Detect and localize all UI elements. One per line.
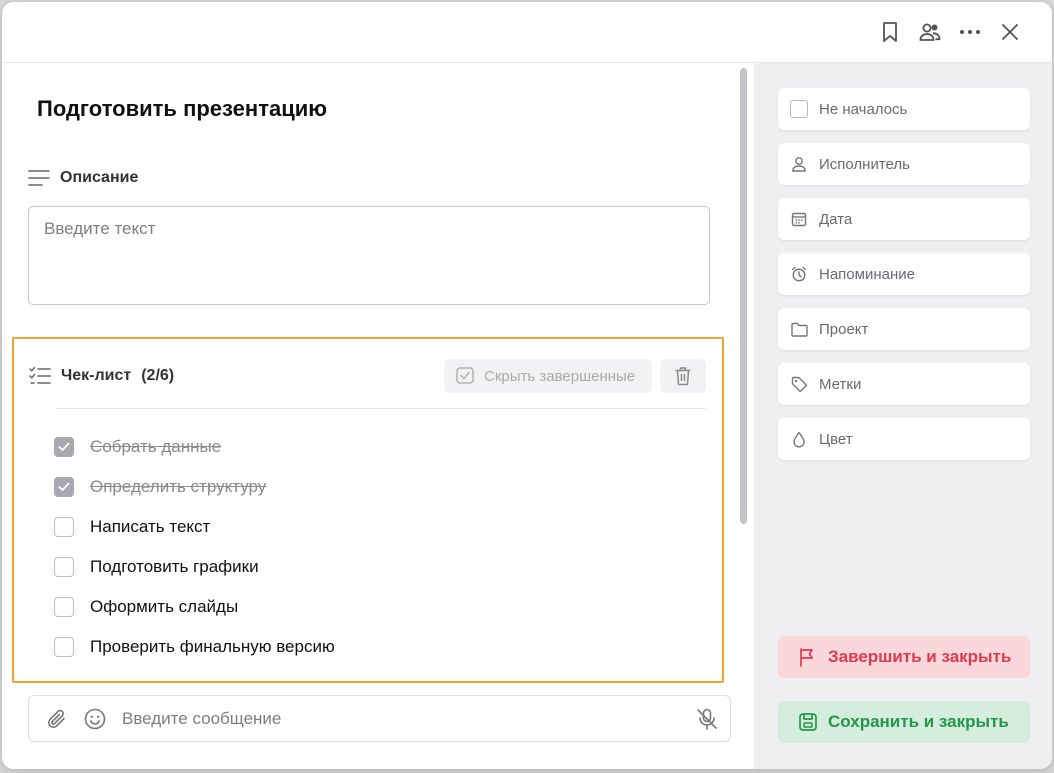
status-checkbox-icon [790,100,808,118]
window-toolbar [2,2,1052,63]
tags-property[interactable]: Метки [778,363,1030,405]
user-icon [792,157,806,172]
assignee-property[interactable]: Исполнитель [778,143,1030,185]
checklist-item-checkbox[interactable] [54,437,74,457]
checklist-item: Проверить финальную версию [54,627,694,667]
delete-checklist-button[interactable] [660,359,706,393]
checklist-label: Чек-лист [61,367,132,384]
smiley-icon [84,708,106,730]
checklist-item-checkbox[interactable] [54,517,74,537]
finish-and-close-label: Завершить и закрыть [828,647,1012,666]
checklist-item: Подготовить графики [54,547,694,587]
microphone-off-icon [697,708,717,730]
description-label: Описание [60,169,139,186]
bookmark-icon [883,22,897,42]
checklist-item-text[interactable]: Проверить финальную версию [90,637,335,657]
emoji-button[interactable] [83,707,107,731]
checklist-item: Написать текст [54,507,694,547]
date-property[interactable]: Дата [778,198,1030,240]
task-properties-panel: Не началось Исполнитель Дата Напоминание [754,63,1052,769]
assignee-label: Исполнитель [819,155,910,173]
task-window: Подготовить презентацию Описание Введите… [2,2,1052,769]
description-input[interactable]: Введите текст [28,206,710,305]
save-and-close-label: Сохранить и закрыть [828,712,1009,731]
checklist-item-text[interactable]: Оформить слайды [90,597,238,617]
checklist-item-text[interactable]: Написать текст [90,517,210,537]
message-composer[interactable]: Введите сообщение [28,695,731,742]
project-label: Проект [819,320,869,338]
status-label: Не началось [819,100,908,118]
flag-icon [800,648,813,667]
color-property[interactable]: Цвет [778,418,1030,460]
checklist-item: Определить структуру [54,467,694,507]
checkmark-icon [58,482,70,491]
bookmark-button[interactable] [876,18,904,46]
members-button[interactable] [916,18,944,46]
folder-icon [790,322,808,337]
paperclip-icon [47,709,65,729]
checklist-item-text[interactable]: Определить структуру [90,477,266,497]
hide-completed-button[interactable]: Скрыть завершенные [444,359,652,393]
message-placeholder: Введите сообщение [122,709,282,728]
hide-completed-icon [456,367,474,384]
alarm-clock-icon [791,266,807,282]
checklist-item: Оформить слайды [54,587,694,627]
checklist-item-checkbox[interactable] [54,597,74,617]
checklist-header: Чек-лист (2/6) [29,359,174,393]
trash-icon [675,367,691,386]
more-icon [960,30,980,34]
checklist-item-text[interactable]: Подготовить графики [90,557,259,577]
project-property[interactable]: Проект [778,308,1030,350]
description-header: Описание [28,166,138,190]
close-icon [1002,24,1018,40]
users-icon [919,23,941,41]
finish-and-close-button[interactable]: Завершить и закрыть [778,636,1030,678]
checklist-item-checkbox[interactable] [54,477,74,497]
checklist-divider [56,408,706,409]
checkmark-icon [58,442,70,451]
task-main-panel: Подготовить презентацию Описание Введите… [2,63,754,769]
checklist-item-text[interactable]: Собрать данные [90,437,221,457]
checklist-item: Собрать данные [54,427,694,467]
tag-icon [791,376,807,392]
text-lines-icon [28,170,50,186]
status-property[interactable]: Не началось [778,88,1030,130]
checklist-section: Чек-лист (2/6) Скрыть завершенные Собрат… [12,337,724,683]
checklist-progress: (2/6) [141,367,175,384]
checklist-item-checkbox[interactable] [54,637,74,657]
droplet-icon [793,431,805,447]
checklist-items: Собрать данные Определить структуру Напи… [54,427,694,667]
reminder-label: Напоминание [819,265,915,283]
voice-message-button[interactable] [695,707,719,731]
hide-completed-label: Скрыть завершенные [484,367,636,385]
save-and-close-button[interactable]: Сохранить и закрыть [778,701,1030,743]
checklist-item-checkbox[interactable] [54,557,74,577]
task-title[interactable]: Подготовить презентацию [37,96,327,122]
properties-list: Не началось Исполнитель Дата Напоминание [778,88,1030,473]
date-label: Дата [819,210,853,228]
tags-label: Метки [819,375,862,393]
reminder-property[interactable]: Напоминание [778,253,1030,295]
close-button[interactable] [996,18,1024,46]
attach-button[interactable] [45,707,69,731]
color-label: Цвет [819,430,853,448]
checklist-icon [29,366,51,384]
more-button[interactable] [956,18,984,46]
calendar-icon [791,212,807,227]
save-icon [799,713,817,731]
main-scrollbar[interactable] [740,68,747,524]
description-placeholder: Введите текст [44,219,156,238]
